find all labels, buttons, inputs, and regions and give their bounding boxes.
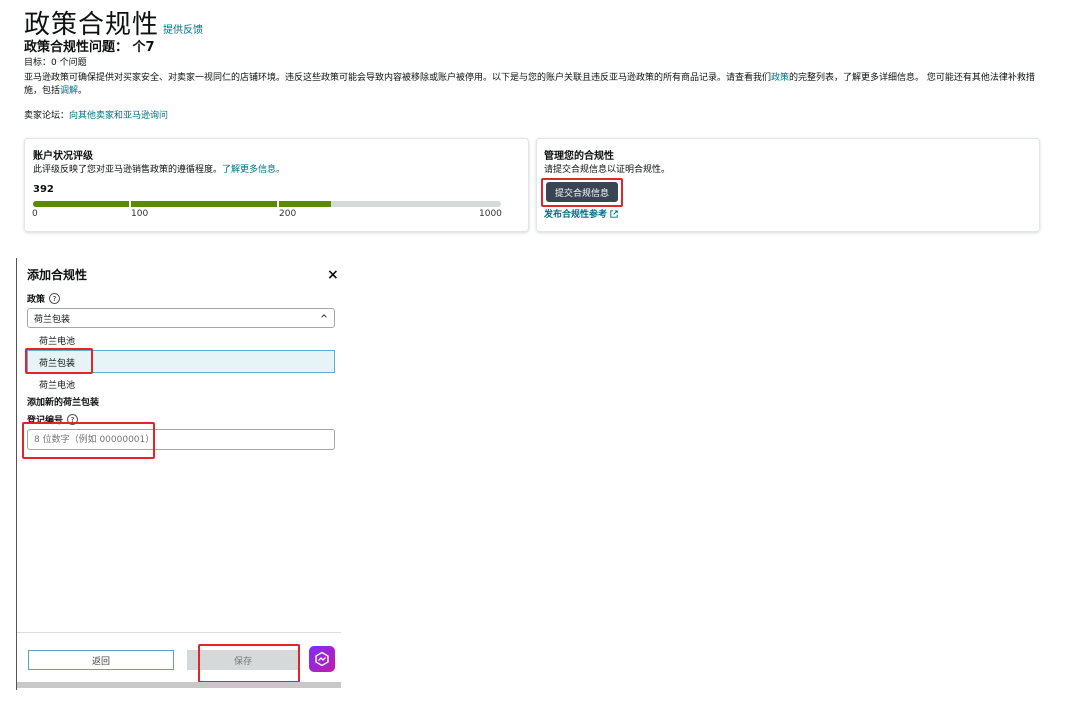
assistant-icon[interactable]: [309, 646, 335, 672]
add-compliance-panel: 添加合规性 × 政策 ? 荷兰包装 荷兰电池 荷兰包装 荷兰电池 添加新的荷兰包…: [16, 258, 341, 690]
forum-link[interactable]: 向其他卖家和亚马逊询问: [69, 111, 168, 121]
description-text-1: 亚马逊政策可确保提供对买家安全、对卖家一视同仁的店铺环境。违反这些政策可能会导致…: [24, 73, 772, 83]
learn-more-link[interactable]: 了解更多信息。: [222, 165, 285, 175]
health-bar: [33, 199, 501, 209]
dropdown-option[interactable]: 荷兰电池: [39, 334, 75, 347]
back-button[interactable]: 返回: [28, 650, 174, 670]
issues-count: 政策合规性问题： 个7: [24, 40, 155, 55]
policy-description: 亚马逊政策可确保提供对买家安全、对卖家一视同仁的店铺环境。违反这些政策可能会导致…: [24, 72, 1039, 98]
account-health-description: 此评级反映了您对亚马逊销售政策的遵循程度。了解更多信息。: [33, 164, 285, 177]
seller-forum: 卖家论坛：向其他卖家和亚马逊询问: [24, 110, 168, 123]
account-health-title: 账户状况评级: [33, 151, 93, 162]
health-bar-tick: [129, 199, 131, 209]
policy-label: 政策 ?: [27, 292, 61, 305]
description-text-3: 。: [78, 86, 88, 96]
policy-label-text: 政策: [27, 295, 46, 305]
forum-label: 卖家论坛：: [24, 111, 70, 121]
divider: [17, 632, 341, 633]
highlight-box: [25, 348, 93, 374]
manage-compliance-title: 管理您的合规性: [544, 151, 614, 162]
highlight-box: [198, 644, 300, 683]
health-score: 392: [33, 184, 54, 195]
section-title: 添加新的荷兰包装: [27, 398, 100, 408]
policy-selected-value: 荷兰包装: [34, 314, 71, 325]
publish-reference-link[interactable]: 发布合规性参考: [544, 209, 618, 222]
publish-reference-text: 发布合规性参考: [544, 210, 608, 220]
highlight-box: [541, 178, 623, 207]
highlight-box: [22, 422, 155, 459]
help-icon[interactable]: ?: [49, 293, 61, 304]
policy-link[interactable]: 政策: [771, 73, 789, 83]
manage-compliance-card: 管理您的合规性 请提交合规信息以证明合规性。 提交合规信息 发布合规性参考: [536, 138, 1040, 232]
manage-compliance-description: 请提交合规信息以证明合规性。: [544, 165, 671, 175]
add-compliance-title: 添加合规性: [27, 268, 88, 282]
tick-label-0: 0: [32, 209, 38, 219]
health-bar-tick: [277, 199, 279, 209]
external-link-icon: [610, 210, 618, 220]
tick-label-200: 200: [279, 209, 297, 219]
tick-label-1000: 1000: [479, 209, 502, 219]
chevron-up-icon: [320, 312, 328, 323]
close-icon[interactable]: ×: [327, 267, 339, 283]
policy-select[interactable]: 荷兰包装: [27, 308, 335, 328]
health-bar-fill: [33, 201, 331, 207]
account-health-desc-text: 此评级反映了您对亚马逊销售政策的遵循程度。: [33, 165, 223, 175]
goal-text: 目标：0 个问题: [24, 58, 87, 68]
account-health-card: 账户状况评级 此评级反映了您对亚马逊销售政策的遵循程度。了解更多信息。 392 …: [24, 138, 529, 232]
dropdown-option[interactable]: 荷兰电池: [39, 378, 75, 391]
mediation-link[interactable]: 调解: [60, 86, 78, 96]
feedback-link[interactable]: 提供反馈: [163, 25, 203, 36]
horizontal-scrollbar[interactable]: [17, 682, 341, 688]
tick-label-100: 100: [131, 209, 149, 219]
